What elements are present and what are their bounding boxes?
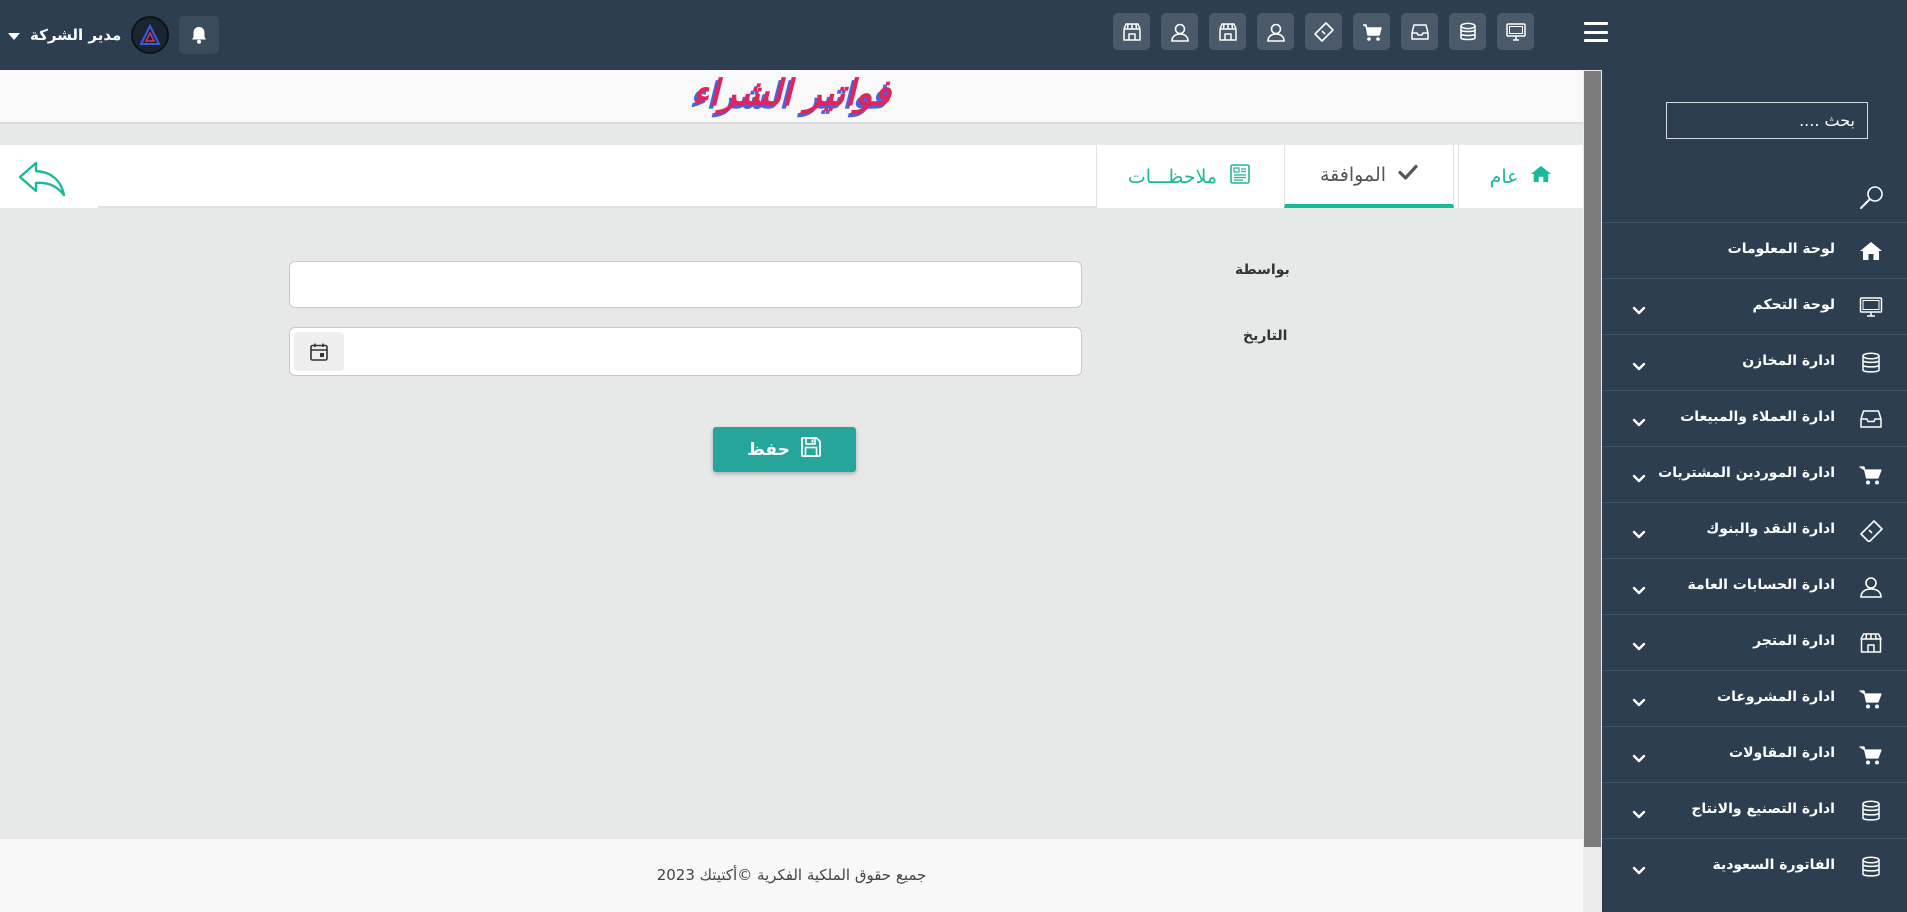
- sidebar-item-contracts[interactable]: ادارة المقاولات: [1602, 726, 1907, 782]
- sidebar-item-label: لوحة التحكم: [1752, 297, 1835, 313]
- home-icon: [1530, 164, 1552, 189]
- company-logo-icon: [139, 24, 161, 45]
- tab-approval[interactable]: الموافقة: [1284, 145, 1454, 208]
- chevron-down-icon[interactable]: [1632, 805, 1646, 824]
- avatar[interactable]: [131, 16, 170, 54]
- sidebar-item-store[interactable]: ادارة المتجر: [1602, 614, 1907, 670]
- ticket-icon[interactable]: [1305, 13, 1342, 50]
- footer: جميع حقوق الملكية الفكرية ©أكتيتك 2023: [0, 839, 1583, 912]
- sidebar-menu: لوحة المعلومات لوحة التحكم ادارة المخازن…: [1602, 222, 1907, 894]
- cart-icon: [1859, 464, 1883, 490]
- chevron-down-icon[interactable]: [1632, 581, 1646, 600]
- hamburger-menu-icon[interactable]: [1584, 22, 1608, 42]
- tab-label: ملاحظـــات: [1127, 165, 1218, 188]
- sidebar-item-label: ادارة الحسابات العامة: [1687, 577, 1835, 593]
- sidebar-item-label: لوحة المعلومات: [1727, 241, 1835, 257]
- user-icon: [1859, 576, 1883, 602]
- sidebar-item-warehouses[interactable]: ادارة المخازن: [1602, 334, 1907, 390]
- home-icon: [1859, 240, 1883, 266]
- page-title: فواتير الشراء: [692, 72, 891, 114]
- database-icon: [1859, 856, 1883, 882]
- sidebar-item-label: ادارة المقاولات: [1729, 745, 1835, 761]
- sidebar-item-label: ادارة المتجر: [1753, 633, 1835, 649]
- sidebar-item-label: ادارة التصنيع والانتاج: [1691, 801, 1835, 817]
- chevron-down-icon[interactable]: [1632, 301, 1646, 320]
- chevron-down-icon[interactable]: [1632, 693, 1646, 712]
- tab-general[interactable]: عام: [1458, 145, 1583, 208]
- store-icon: [1859, 632, 1883, 658]
- store-icon[interactable]: [1113, 13, 1150, 50]
- sidebar-item-label: ادارة العملاء والمبيعات: [1680, 409, 1835, 425]
- chevron-down-icon[interactable]: [1632, 357, 1646, 376]
- date-input[interactable]: [346, 328, 1081, 375]
- top-bar: مدير الشركة: [0, 0, 1907, 70]
- user-menu[interactable]: مدير الشركة: [8, 14, 220, 56]
- date-field[interactable]: [289, 327, 1082, 376]
- calendar-icon: [310, 343, 328, 361]
- sidebar-search-input[interactable]: [1666, 102, 1868, 139]
- chevron-down-icon[interactable]: [1632, 749, 1646, 768]
- date-label: التاريخ: [1243, 328, 1288, 344]
- check-icon: [1398, 163, 1418, 186]
- notifications-button[interactable]: [179, 16, 220, 54]
- copyright-text: جميع حقوق الملكية الفكرية ©أكتيتك 2023: [656, 866, 927, 884]
- by-input[interactable]: [289, 261, 1082, 308]
- tab-label: الموافقة: [1319, 163, 1387, 186]
- tab-notes[interactable]: ملاحظـــات: [1096, 145, 1282, 208]
- sidebar-item-general-accounts[interactable]: ادارة الحسابات العامة: [1602, 558, 1907, 614]
- page-title-bar: فواتير الشراء: [0, 70, 1583, 124]
- database-icon: [1859, 800, 1883, 826]
- store-icon[interactable]: [1209, 13, 1246, 50]
- chevron-down-icon[interactable]: [1632, 469, 1646, 488]
- user-icon[interactable]: [1161, 13, 1198, 50]
- chevron-down-icon[interactable]: [1632, 861, 1646, 880]
- sidebar-item-manufacturing[interactable]: ادارة التصنيع والانتاج: [1602, 782, 1907, 838]
- tabs-divider: [98, 206, 1096, 208]
- sidebar-item-label: ادارة المشروعات: [1717, 689, 1835, 705]
- sidebar-item-label: ادارة المخازن: [1742, 353, 1835, 369]
- bell-icon: [192, 27, 207, 44]
- sidebar-item-customers-sales[interactable]: ادارة العملاء والمبيعات: [1602, 390, 1907, 446]
- search-icon[interactable]: [1858, 183, 1886, 215]
- sidebar-item-control-panel[interactable]: لوحة التحكم: [1602, 278, 1907, 334]
- calendar-button[interactable]: [294, 332, 344, 371]
- cart-icon: [1859, 688, 1883, 714]
- by-label: بواسطة: [1235, 262, 1290, 278]
- floppy-disk-icon: [800, 436, 822, 463]
- inbox-icon[interactable]: [1401, 13, 1438, 50]
- sidebar-item-saudi-invoice[interactable]: الفاتورة السعودية: [1602, 838, 1907, 894]
- user-name[interactable]: مدير الشركة: [30, 26, 121, 44]
- sidebar-item-projects[interactable]: ادارة المشروعات: [1602, 670, 1907, 726]
- sidebar-item-label: ادارة النقد والبنوك: [1706, 521, 1835, 537]
- chevron-down-icon[interactable]: [1632, 413, 1646, 432]
- sidebar-item-label: ادارة الموردين المشتريات: [1658, 465, 1835, 481]
- sidebar-item-suppliers-purchases[interactable]: ادارة الموردين المشتريات: [1602, 446, 1907, 502]
- sidebar-item-cash-banks[interactable]: ادارة النقد والبنوك: [1602, 502, 1907, 558]
- sidebar: لوحة المعلومات لوحة التحكم ادارة المخازن…: [1602, 70, 1907, 912]
- monitor-icon[interactable]: [1497, 13, 1534, 50]
- ticket-icon: [1859, 520, 1883, 546]
- chevron-down-icon[interactable]: [1632, 637, 1646, 656]
- cart-icon[interactable]: [1353, 13, 1390, 50]
- save-label: حفظ: [747, 439, 790, 460]
- caret-down-icon[interactable]: [8, 32, 20, 40]
- cart-icon: [1859, 744, 1883, 770]
- scrollbar-thumb[interactable]: [1584, 71, 1601, 847]
- quick-access-toolbar: [1113, 13, 1534, 50]
- back-arrow-icon[interactable]: [18, 160, 66, 202]
- sidebar-item-label: الفاتورة السعودية: [1712, 857, 1835, 873]
- inbox-icon: [1859, 408, 1883, 434]
- database-icon: [1859, 352, 1883, 378]
- tab-label: عام: [1489, 165, 1519, 188]
- newspaper-icon: [1229, 163, 1251, 190]
- chevron-down-icon[interactable]: [1632, 525, 1646, 544]
- sidebar-item-dashboard[interactable]: لوحة المعلومات: [1602, 222, 1907, 278]
- user-icon[interactable]: [1257, 13, 1294, 50]
- save-button[interactable]: حفظ: [713, 427, 856, 472]
- database-icon[interactable]: [1449, 13, 1486, 50]
- monitor-icon: [1859, 296, 1883, 322]
